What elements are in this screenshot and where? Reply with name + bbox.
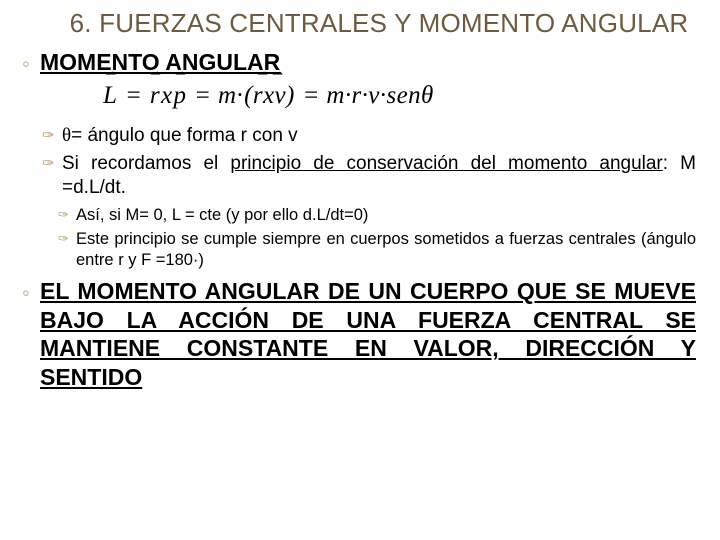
sym-m2: m [326,82,344,109]
sym-m: m [218,82,236,109]
arrow-icon: ⇀ ⇀ [243,67,296,80]
sub-list: Así, si M= 0, L = cte (y por ello d.L/dt… [76,205,696,271]
sym-eq: = [302,82,319,109]
bullet-principio: Si recordamos el principio de conservaci… [62,152,696,271]
vec-L: ⇀L [102,82,118,110]
arrow-icon: ⇀ [149,67,161,80]
sym-sen: sen [386,82,421,109]
slide: 6. FUERZAS CENTRALES Y MOMENTO ANGULAR M… [0,0,720,540]
sym-lpar: ( [244,82,253,109]
bullet-principio-a: Si recordamos el [62,153,230,174]
arrow-icon: ⇀ [173,67,188,80]
bullet-theta: θ= ángulo que forma r con v [62,124,696,148]
sym-dot: · [345,82,352,109]
formula: ⇀L = ⇀rx⇀p = m·⇀ ⇀(rxv) = m·r·v·senθ [102,82,696,110]
sym-L: L [103,82,117,109]
sym-rpar: ) [286,82,295,109]
paren-group: ⇀ ⇀(rxv) [243,82,296,110]
sym-eq: = [194,82,211,109]
arrow-icon: ⇀ [102,67,118,80]
sym-r3: r [352,82,362,109]
bullet-theta-text: = ángulo que forma r con v [71,125,298,146]
section-heading: MOMENTO ANGULAR [40,49,696,76]
sym-r: r [150,82,160,109]
sym-eq: = [125,82,142,109]
slide-title: 6. FUERZAS CENTRALES Y MOMENTO ANGULAR [62,8,696,39]
vec-r: ⇀r [149,82,161,110]
sym-p: p [174,82,187,109]
sym-x2: x [263,82,275,109]
sym-theta: θ [421,82,434,109]
conclusion: EL MOMENTO ANGULAR DE UN CUERPO QUE SE M… [40,277,696,392]
theta-symbol: θ [62,125,71,146]
sym-r2: r [253,82,263,109]
vec-p: ⇀p [173,82,188,110]
sub-bullet-1: Así, si M= 0, L = cte (y por ello d.L/dt… [76,205,696,226]
sym-v: v [275,82,287,109]
sym-v2: v [368,82,380,109]
bullet-principio-underline: principio de conservación del momento an… [230,153,662,174]
sub-bullet-2: Este principio se cumple siempre en cuer… [76,229,696,271]
sym-dot: · [237,82,244,109]
body-list: θ= ángulo que forma r con v Si recordamo… [62,124,696,271]
sym-x: x [161,82,173,109]
